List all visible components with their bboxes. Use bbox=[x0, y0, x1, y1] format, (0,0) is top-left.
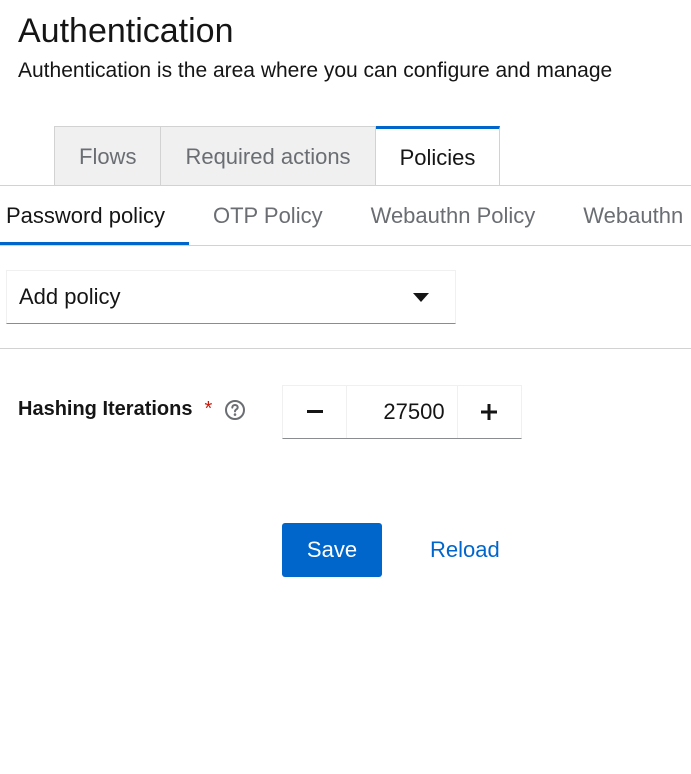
subtab-webauthn-policy[interactable]: Webauthn Policy bbox=[347, 186, 560, 245]
save-button[interactable]: Save bbox=[282, 523, 382, 577]
hashing-iterations-label: Hashing Iterations bbox=[18, 398, 193, 420]
section-divider bbox=[0, 348, 691, 349]
hashing-iterations-stepper: 27500 bbox=[282, 385, 522, 439]
authentication-page: Authentication Authentication is the are… bbox=[0, 0, 691, 774]
caret-down-icon bbox=[413, 292, 429, 302]
subtab-password-policy[interactable]: Password policy bbox=[0, 186, 189, 245]
main-tabs: Flows Required actions Policies bbox=[54, 126, 501, 187]
policy-sub-tabs: Password policy OTP Policy Webauthn Poli… bbox=[0, 186, 691, 246]
decrement-button[interactable] bbox=[283, 386, 348, 438]
hashing-iterations-input[interactable]: 27500 bbox=[347, 386, 457, 438]
increment-button[interactable] bbox=[456, 386, 521, 438]
question-circle-icon[interactable] bbox=[224, 399, 246, 421]
tab-required-actions[interactable]: Required actions bbox=[161, 126, 376, 186]
subtab-webauthn-passwordless-policy[interactable]: Webauthn Passwordless Policy bbox=[559, 186, 691, 245]
add-policy-select-value: Add policy bbox=[19, 284, 121, 309]
tab-policies[interactable]: Policies bbox=[374, 126, 501, 187]
page-title: Authentication bbox=[18, 12, 234, 50]
page-description: Authentication is the area where you can… bbox=[18, 59, 613, 82]
reload-link[interactable]: Reload bbox=[430, 523, 500, 577]
add-policy-select[interactable]: Add policy bbox=[6, 270, 456, 324]
tab-flows[interactable]: Flows bbox=[54, 126, 162, 186]
required-marker: * bbox=[204, 398, 213, 420]
subtab-otp-policy[interactable]: OTP Policy bbox=[189, 186, 347, 245]
hashing-iterations-label-group: Hashing Iterations * bbox=[18, 398, 246, 421]
